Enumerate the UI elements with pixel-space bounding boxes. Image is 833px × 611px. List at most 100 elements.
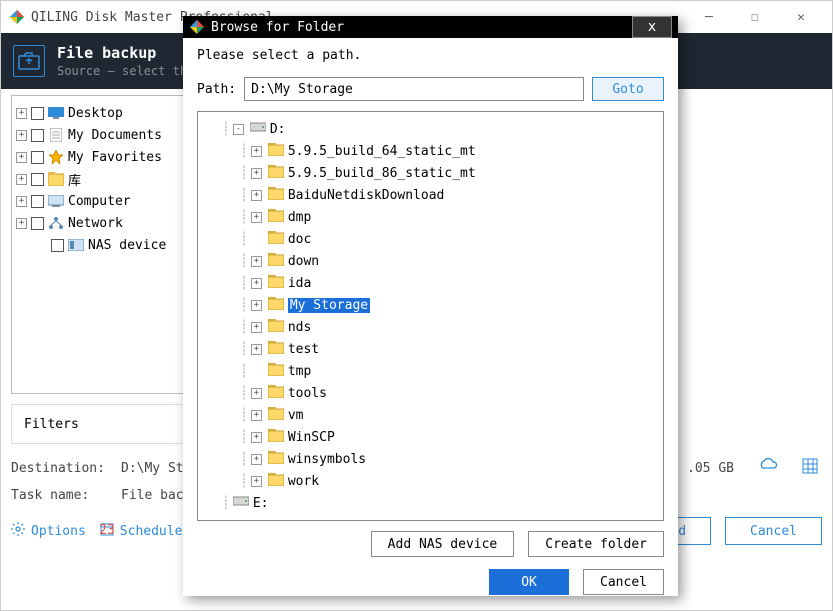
expander-icon[interactable]: + [251, 212, 262, 223]
folder-tree-row[interactable]: ┊+5.9.5_build_86_static_mt [204, 162, 657, 184]
dialog-prompt: Please select a path. [197, 48, 664, 63]
folder-icon [268, 385, 284, 401]
folder-tree-row[interactable]: ┊+work [204, 470, 657, 492]
folder-tree-row[interactable]: ┊+dmp [204, 206, 657, 228]
destination-label: Destination: [11, 461, 111, 476]
checkbox[interactable] [31, 217, 44, 230]
folder-label: E: [253, 496, 269, 511]
folder-tree-row[interactable]: ┊+tools [204, 382, 657, 404]
folder-label: dmp [288, 210, 311, 225]
folder-label: My Storage [288, 298, 370, 313]
dialog-close-button[interactable]: x [632, 16, 672, 38]
expander-icon[interactable]: - [233, 124, 244, 135]
dialog-logo-icon [189, 19, 205, 35]
folder-label: 5.9.5_build_64_static_mt [288, 144, 476, 159]
folder-icon [268, 209, 284, 225]
checkbox[interactable] [31, 195, 44, 208]
folder-label: tools [288, 386, 327, 401]
drive-icon [233, 495, 249, 511]
tree-item-label: Desktop [68, 106, 123, 121]
folder-tree-row[interactable]: ┊+test [204, 338, 657, 360]
folder-tree-row[interactable]: ┊+ida [204, 272, 657, 294]
dialog-title: Browse for Folder [211, 20, 632, 35]
goto-button[interactable]: Goto [592, 77, 664, 101]
folder-icon [268, 429, 284, 445]
folder-tree-row[interactable]: ┊E: [204, 492, 657, 514]
cloud-sync-icon[interactable] [758, 458, 778, 478]
expander-icon[interactable]: + [16, 108, 27, 119]
cancel-button-main[interactable]: Cancel [725, 517, 822, 545]
cancel-button[interactable]: Cancel [583, 569, 664, 595]
folder-tree-row[interactable]: ┊+down [204, 250, 657, 272]
expander-icon[interactable]: + [251, 388, 262, 399]
add-nas-button[interactable]: Add NAS device [371, 531, 515, 557]
minimize-button[interactable]: ─ [686, 3, 732, 31]
folder-icon [268, 297, 284, 313]
folder-label: winsymbols [288, 452, 366, 467]
path-input[interactable] [244, 77, 584, 101]
ok-button[interactable]: OK [489, 569, 569, 595]
folder-label: tmp [288, 364, 311, 379]
path-label: Path: [197, 82, 236, 97]
expander-icon[interactable]: + [16, 196, 27, 207]
folder-icon [268, 187, 284, 203]
expander-icon[interactable]: + [251, 344, 262, 355]
tree-item-label: My Documents [68, 128, 162, 143]
tree-item-label: NAS device [88, 238, 166, 253]
expander-icon[interactable]: + [251, 278, 262, 289]
expander-icon[interactable]: + [16, 174, 27, 185]
checkbox[interactable] [51, 239, 64, 252]
lib-icon [48, 171, 64, 187]
browse-folder-dialog: Browse for Folder x Please select a path… [183, 16, 678, 596]
folder-tree-row[interactable]: ┊+nds [204, 316, 657, 338]
create-folder-button[interactable]: Create folder [528, 531, 664, 557]
expander-icon[interactable]: + [251, 432, 262, 443]
folder-tree-row[interactable]: ┊+BaiduNetdiskDownload [204, 184, 657, 206]
doc-icon [48, 127, 64, 143]
folder-label: down [288, 254, 319, 269]
checkbox[interactable] [31, 107, 44, 120]
folder-label: BaiduNetdiskDownload [288, 188, 445, 203]
folder-tree-row[interactable]: ┊-D: [204, 118, 657, 140]
options-button[interactable]: Options [11, 522, 86, 540]
close-button[interactable]: ✕ [778, 3, 824, 31]
tree-item-label: Network [68, 216, 123, 231]
folder-tree-row[interactable]: ┊+vm [204, 404, 657, 426]
folder-label: work [288, 474, 319, 489]
folder-icon [268, 363, 284, 379]
desktop-icon [48, 105, 64, 121]
folder-label: WinSCP [288, 430, 335, 445]
expander-icon[interactable]: + [251, 256, 262, 267]
folder-icon [268, 143, 284, 159]
expander-icon[interactable]: + [251, 146, 262, 157]
folder-tree-row[interactable]: ┊+winsymbols [204, 448, 657, 470]
checkbox[interactable] [31, 129, 44, 142]
folder-tree-row[interactable]: ┊doc [204, 228, 657, 250]
maximize-button[interactable]: ☐ [732, 3, 778, 31]
expander-icon[interactable]: + [251, 454, 262, 465]
expander-icon[interactable]: + [251, 476, 262, 487]
folder-tree-row[interactable]: ┊+5.9.5_build_64_static_mt [204, 140, 657, 162]
expander-icon[interactable]: + [251, 168, 262, 179]
folder-tree-row[interactable]: ┊+WinSCP [204, 426, 657, 448]
checkbox[interactable] [31, 173, 44, 186]
tree-item-label: 库 [68, 170, 81, 189]
schedule-button[interactable]: 23 Schedule [100, 522, 183, 540]
expander-icon[interactable]: + [251, 300, 262, 311]
expander-icon[interactable]: + [251, 410, 262, 421]
expander-icon[interactable]: + [251, 322, 262, 333]
folder-icon [268, 319, 284, 335]
folder-label: 5.9.5_build_86_static_mt [288, 166, 476, 181]
folder-tree-row[interactable]: ┊tmp [204, 360, 657, 382]
expander-icon[interactable]: + [16, 218, 27, 229]
folder-tree[interactable]: ┊-D:┊+5.9.5_build_64_static_mt┊+5.9.5_bu… [197, 111, 664, 521]
expander-icon[interactable]: + [16, 130, 27, 141]
folder-tree-row[interactable]: ┊+My Storage [204, 294, 657, 316]
grid-icon[interactable] [802, 458, 822, 478]
expander-icon[interactable]: + [16, 152, 27, 163]
computer-icon [48, 193, 64, 209]
checkbox[interactable] [31, 151, 44, 164]
network-icon [48, 215, 64, 231]
expander-icon[interactable]: + [251, 190, 262, 201]
folder-icon [268, 275, 284, 291]
